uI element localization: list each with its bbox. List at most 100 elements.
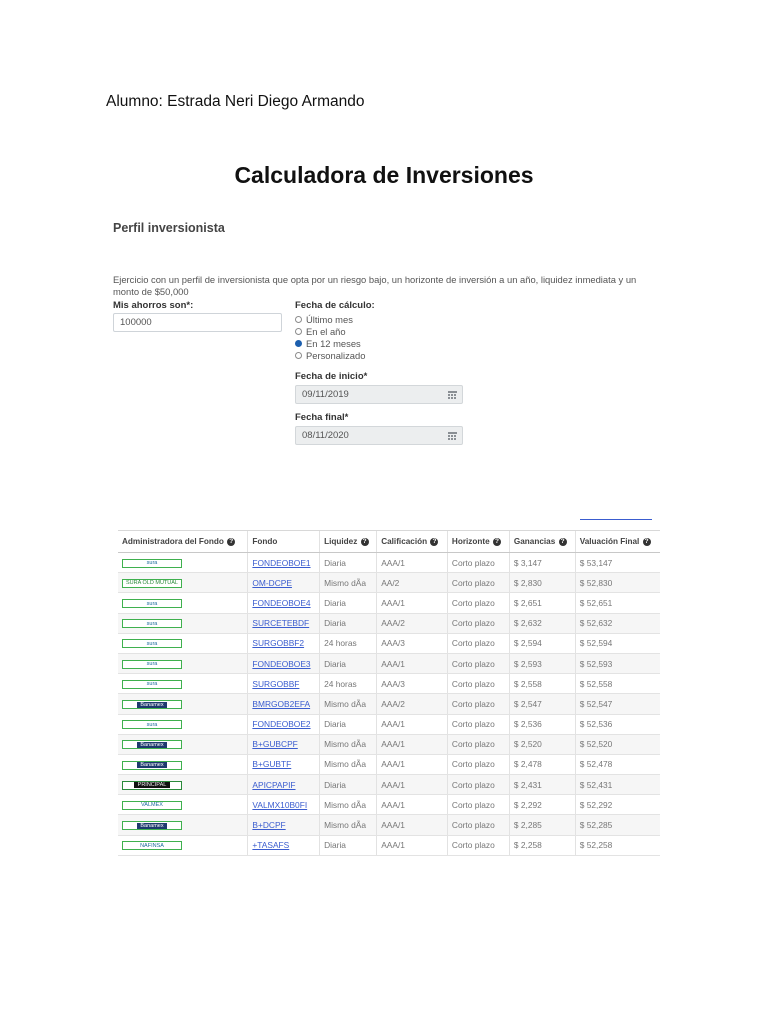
header-horizonte[interactable]: Horizonte ? <box>446 530 510 553</box>
fund-link[interactable]: FONDEOBOE4 <box>252 598 310 608</box>
radio-ultimo-mes[interactable]: Último mes <box>295 314 353 325</box>
radio-personalizado[interactable]: Personalizado <box>295 350 365 361</box>
fondo-cell[interactable]: SURGOBBF2 <box>247 633 320 654</box>
header-calificacion[interactable]: Calificación ? <box>376 530 448 553</box>
fund-admin-logo: Banamex <box>122 821 182 831</box>
table-row: sura SURGOBBF 24 horas AAA/3 Corto plazo $ 2,… <box>118 673 660 695</box>
fund-link[interactable]: +TASAFS <box>252 840 289 850</box>
info-icon[interactable]: ? <box>642 537 651 546</box>
fondo-cell[interactable]: B+GUBCPF <box>247 734 320 755</box>
calificacion-cell: AAA/1 <box>376 592 448 614</box>
start-date-label: Fecha de inicio* <box>295 371 368 382</box>
fondo-cell[interactable]: BMRGOB2EFA <box>247 693 320 715</box>
calificacion-cell: AAA/2 <box>376 693 448 715</box>
fund-admin-logo: NAFINSA <box>122 841 182 851</box>
fondo-cell[interactable]: FONDEOBOE2 <box>247 714 320 735</box>
header-admin[interactable]: Administradora del Fondo ? <box>118 530 248 553</box>
fund-admin-logo: PRINCIPAL <box>122 780 182 790</box>
valuacion-cell: $ 52,258 <box>574 835 660 856</box>
fund-admin-logo: SURA OLD MUTUAL <box>122 578 182 588</box>
table-row: PRINCIPAL APICPAPIF Diaria AAA/1 Corto plazo… <box>118 774 660 796</box>
table-row: Banamex BMRGOB2EFA Mismo dÃa AAA/2 Corto pla… <box>118 693 660 715</box>
radio-button-selected[interactable] <box>295 340 302 347</box>
calendar-icon[interactable] <box>448 391 457 399</box>
horizonte-cell: Corto plazo <box>446 794 510 816</box>
fondo-cell[interactable]: SURCETEBDF <box>247 613 320 634</box>
fund-link[interactable]: OM-DCPE <box>252 578 292 588</box>
calificacion-cell: AAA/1 <box>376 714 448 735</box>
calificacion-cell: AAA/1 <box>376 734 448 755</box>
table-row: Banamex B+DCPF Mismo dÃa AAA/1 Corto plazo $ … <box>118 814 660 836</box>
info-icon[interactable]: ? <box>558 537 567 546</box>
fund-link[interactable]: SURCETEBDF <box>252 618 309 628</box>
table-row: Banamex B+GUBTF Mismo dÃa AAA/1 Corto plazo $… <box>118 754 660 776</box>
admin-logo-cell: sura <box>118 633 248 654</box>
fund-link[interactable]: B+GUBCPF <box>252 739 297 749</box>
info-icon[interactable]: ? <box>430 537 439 546</box>
horizonte-cell: Corto plazo <box>446 552 510 574</box>
header-valuacion[interactable]: Valuación Final ? <box>574 530 660 553</box>
admin-logo-cell: sura <box>118 613 248 634</box>
fondo-cell[interactable]: B+GUBTF <box>247 754 320 776</box>
info-icon[interactable]: ? <box>492 537 501 546</box>
fondo-cell[interactable]: VALMX10B0FI <box>247 794 320 816</box>
fund-link[interactable]: APICPAPIF <box>252 780 295 790</box>
end-date-input[interactable]: 08/11/2020 <box>295 426 463 445</box>
radio-label: Personalizado <box>306 350 366 361</box>
info-icon[interactable]: ? <box>360 537 369 546</box>
fund-link[interactable]: FONDEOBOE1 <box>252 558 310 568</box>
admin-logo-cell: NAFINSA <box>118 835 248 856</box>
profile-title: Perfil inversionista <box>113 221 225 235</box>
liquidez-cell: Diaria <box>319 774 377 796</box>
page-title: Calculadora de Inversiones <box>234 162 534 188</box>
calificacion-cell: AAA/1 <box>376 835 448 856</box>
table-row: sura FONDEOBOE3 Diaria AAA/1 Corto plazo $ 2,… <box>118 653 660 675</box>
horizonte-cell: Corto plazo <box>446 754 510 776</box>
header-liquidez[interactable]: Liquidez ? <box>319 530 377 553</box>
horizonte-cell: Corto plazo <box>446 734 510 755</box>
fondo-cell[interactable]: SURGOBBF <box>247 673 320 695</box>
start-date-input[interactable]: 09/11/2019 <box>295 385 463 404</box>
radio-en-el-ano[interactable]: En el año <box>295 326 346 337</box>
horizonte-cell: Corto plazo <box>446 673 510 695</box>
ganancias-cell: $ 3,147 <box>508 552 576 574</box>
table-top-link[interactable] <box>580 519 652 520</box>
fund-admin-logo: sura <box>122 659 182 669</box>
admin-logo-cell: sura <box>118 714 248 735</box>
fondo-cell[interactable]: FONDEOBOE4 <box>247 592 320 614</box>
header-ganancias[interactable]: Ganancias ? <box>508 530 576 553</box>
horizonte-cell: Corto plazo <box>446 633 510 654</box>
fund-admin-logo: sura <box>122 599 182 609</box>
fondo-cell[interactable]: APICPAPIF <box>247 774 320 796</box>
calendar-icon[interactable] <box>448 432 457 440</box>
fund-link[interactable]: VALMX10B0FI <box>252 800 307 810</box>
header-fondo[interactable]: Fondo <box>247 530 320 553</box>
radio-en-12-meses[interactable]: En 12 meses <box>295 338 361 349</box>
fondo-cell[interactable]: OM-DCPE <box>247 572 320 594</box>
table-row: sura FONDEOBOE1 Diaria AAA/1 Corto plazo $ 3,… <box>118 552 660 574</box>
fondo-cell[interactable]: B+DCPF <box>247 814 320 836</box>
valuacion-cell: $ 52,520 <box>574 734 660 755</box>
fondo-cell[interactable]: +TASAFS <box>247 835 320 856</box>
calificacion-cell: AAA/3 <box>376 633 448 654</box>
fund-link[interactable]: B+DCPF <box>252 820 285 830</box>
fund-link[interactable]: SURGOBBF2 <box>252 638 304 648</box>
table-row: SURA OLD MUTUAL OM-DCPE Mismo dÃa AA/2 Corto… <box>118 572 660 594</box>
liquidez-cell: Diaria <box>319 613 377 634</box>
fund-link[interactable]: SURGOBBF <box>252 679 299 689</box>
valuacion-cell: $ 52,285 <box>574 814 660 836</box>
fund-link[interactable]: B+GUBTF <box>252 759 291 769</box>
info-icon[interactable]: ? <box>227 537 236 546</box>
radio-button[interactable] <box>295 352 302 359</box>
ganancias-cell: $ 2,593 <box>508 653 576 675</box>
fondo-cell[interactable]: FONDEOBOE1 <box>247 552 320 574</box>
radio-button[interactable] <box>295 328 302 335</box>
fondo-cell[interactable]: FONDEOBOE3 <box>247 653 320 675</box>
fund-link[interactable]: FONDEOBOE2 <box>252 719 310 729</box>
fund-link[interactable]: BMRGOB2EFA <box>252 699 310 709</box>
valuacion-cell: $ 52,558 <box>574 673 660 695</box>
fund-link[interactable]: FONDEOBOE3 <box>252 659 310 669</box>
savings-input[interactable]: 100000 <box>113 313 282 332</box>
funds-table: Administradora del Fondo ? Fondo Liquide… <box>118 530 660 856</box>
radio-button[interactable] <box>295 316 302 323</box>
